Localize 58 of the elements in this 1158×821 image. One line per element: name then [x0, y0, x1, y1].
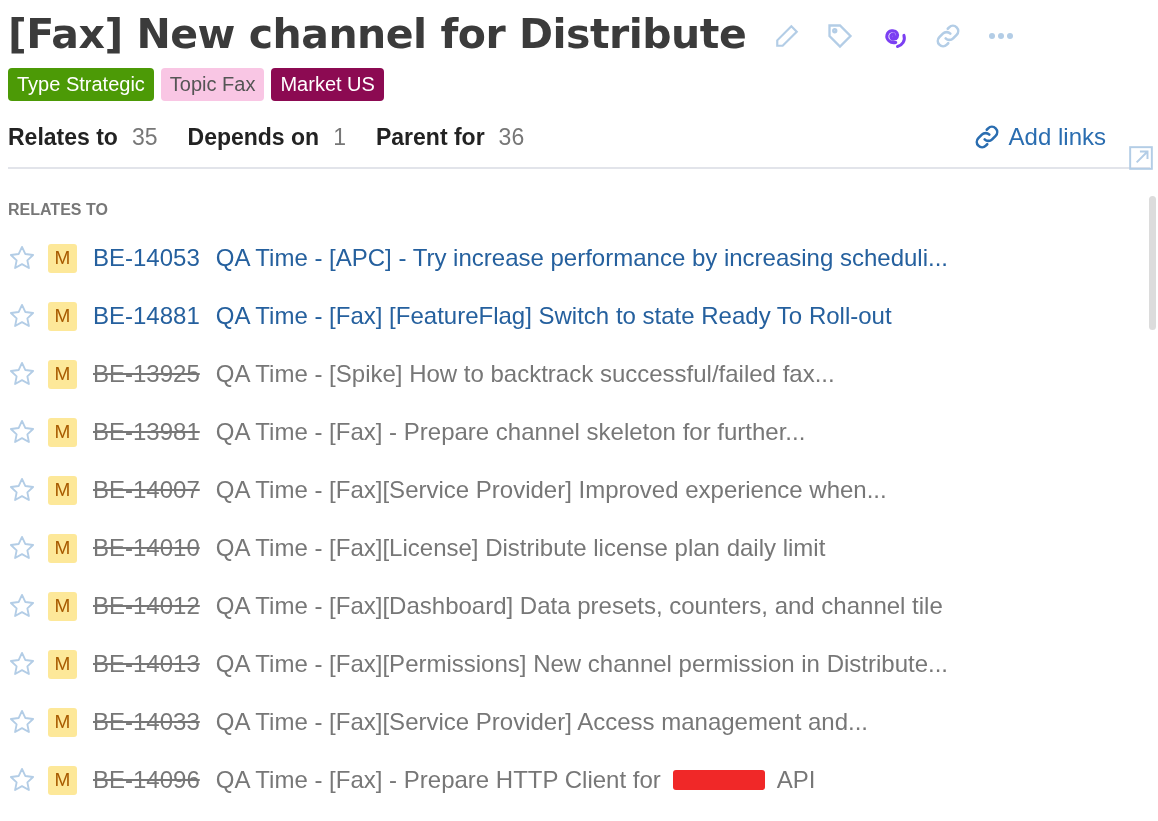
star-icon[interactable]: [8, 592, 36, 620]
issue-id-link[interactable]: BE-14007: [93, 476, 200, 504]
priority-badge: M: [48, 649, 77, 679]
star-icon[interactable]: [8, 766, 36, 794]
issue-summary-link[interactable]: API: [776, 766, 816, 794]
issue-id-link[interactable]: BE-13981: [93, 418, 200, 446]
issue-id-link[interactable]: BE-14013: [93, 650, 200, 678]
issue-summary-link[interactable]: QA Time - [Fax][License] Distribute license plan daily limit: [215, 534, 826, 562]
priority-badge: M: [48, 243, 77, 273]
issue-summary-link[interactable]: QA Time - [Fax] - Prepare channel skeleton for further...: [215, 418, 806, 446]
more-icon[interactable]: [988, 32, 1015, 40]
star-icon[interactable]: [8, 650, 36, 678]
issue-summary-link[interactable]: QA Time - [APC] - Try increase performance by increasing scheduli...: [215, 244, 949, 272]
priority-badge: M: [48, 301, 77, 331]
issue-summary-link[interactable]: QA Time - [Fax][Service Provider] Access management and...: [215, 708, 868, 736]
issue-id-link[interactable]: BE-14033: [93, 708, 200, 736]
tag[interactable]: Topic Fax: [160, 68, 265, 101]
pencil-icon[interactable]: [774, 23, 801, 49]
star-icon[interactable]: [8, 418, 36, 446]
issue-id-link[interactable]: BE-13925: [93, 360, 200, 388]
issue-summary-link[interactable]: QA Time - [Fax][Permissions] New channel permission in Distribute...: [215, 650, 948, 678]
issue-id-link[interactable]: BE-14010: [93, 534, 200, 562]
link-count: 1: [333, 123, 346, 150]
priority-badge: M: [48, 591, 77, 621]
priority-badge: M: [48, 475, 77, 505]
issue-id-link[interactable]: BE-14881: [93, 302, 200, 330]
section-heading: RELATES TO: [8, 201, 109, 219]
link-type-tab[interactable]: Parent for 36: [375, 123, 525, 151]
tag-icon[interactable]: [826, 22, 855, 50]
link-type-tab[interactable]: Depends on 1: [187, 123, 346, 151]
star-icon[interactable]: [8, 534, 36, 562]
star-icon[interactable]: [8, 302, 36, 330]
issue-summary-link[interactable]: QA Time - [Fax][Service Provider] Improved experience when...: [215, 476, 887, 504]
open-in-window-icon[interactable]: [1128, 145, 1154, 171]
priority-badge: M: [48, 765, 77, 795]
scrollbar[interactable]: [1149, 196, 1156, 330]
issue-summary-link[interactable]: QA Time - [Spike] How to backtrack successful/failed fax...: [215, 360, 835, 388]
link-type-tab[interactable]: Relates to 35: [8, 123, 158, 151]
issue-id-link[interactable]: BE-14096: [93, 766, 200, 794]
tag[interactable]: Market US: [271, 68, 384, 101]
issue-title: [Fax] New channel for Distribute: [8, 10, 747, 58]
star-icon[interactable]: [8, 708, 36, 736]
issue-summary-link[interactable]: QA Time - [Fax][Dashboard] Data presets, counters, and channel tile: [215, 592, 943, 620]
add-links-link[interactable]: Add links: [972, 123, 1106, 151]
issue-id-link[interactable]: BE-14012: [93, 592, 200, 620]
issue-summary-link[interactable]: QA Time - [Fax] [FeatureFlag] Switch to state Ready To Roll-out: [215, 302, 892, 330]
issue-id-link[interactable]: BE-14053: [93, 244, 200, 272]
link-count: 35: [131, 123, 158, 150]
priority-badge: M: [48, 359, 77, 389]
star-icon[interactable]: [8, 244, 36, 272]
priority-badge: M: [48, 533, 77, 563]
priority-badge: M: [48, 707, 77, 737]
tag[interactable]: Type Strategic: [8, 68, 154, 101]
star-icon[interactable]: [8, 476, 36, 504]
link-count: 36: [498, 123, 525, 150]
star-icon[interactable]: [8, 360, 36, 388]
priority-badge: M: [48, 417, 77, 447]
issue-summary-link[interactable]: QA Time - [Fax] - Prepare HTTP Client for: [215, 766, 661, 794]
